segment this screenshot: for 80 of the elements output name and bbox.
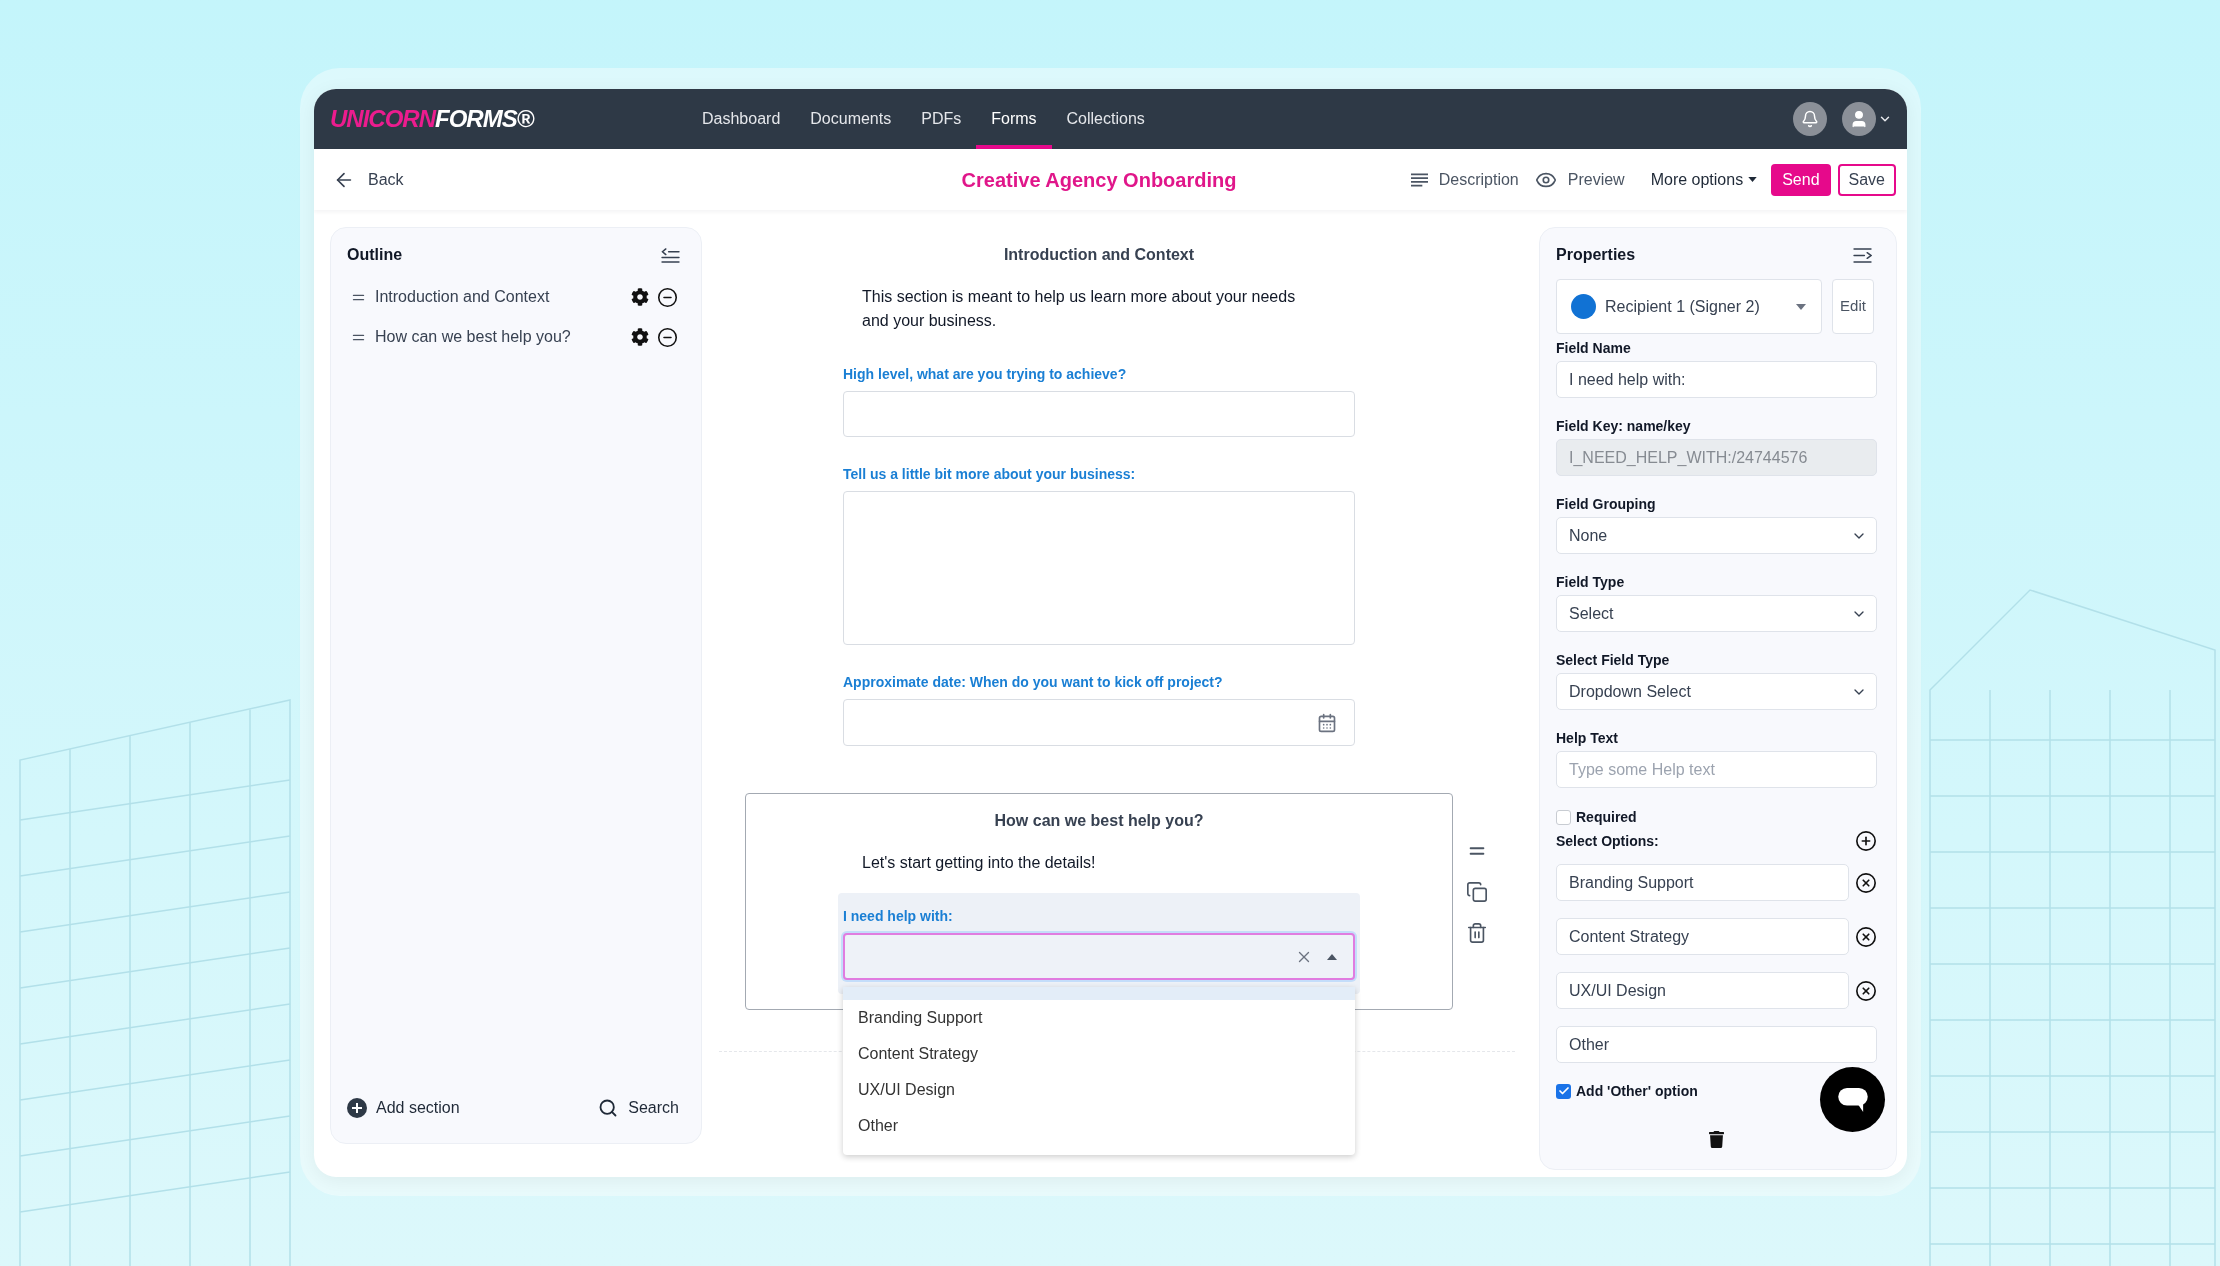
outline-item-label[interactable]: How can we best help you? [375, 325, 571, 349]
option-input-field[interactable]: UX/UI Design [1556, 972, 1849, 1009]
search-button[interactable]: Search [598, 1096, 679, 1120]
recipient-select[interactable]: Recipient 1 (Signer 2) [1556, 279, 1822, 334]
textarea-field[interactable] [843, 491, 1355, 645]
section-title: Introduction and Context [1002, 245, 1196, 265]
remove-circle-icon[interactable] [1855, 979, 1877, 1002]
notification-bell-icon[interactable] [1793, 102, 1827, 136]
dropdown-option[interactable]: Branding Support [843, 1000, 1355, 1036]
field-label: High level, what are you trying to achieve? [843, 365, 1128, 384]
recipient-label: Recipient 1 (Signer 2) [1605, 296, 1760, 317]
back-link[interactable]: Back [333, 167, 404, 192]
save-button[interactable]: Save [1837, 163, 1896, 196]
section-title: How can we best help you? [993, 811, 1205, 831]
caret-up-icon[interactable] [1327, 953, 1337, 960]
remove-circle-icon[interactable] [1855, 871, 1877, 894]
minus-circle-icon[interactable] [657, 326, 678, 348]
caret-down-icon [1796, 303, 1806, 310]
calendar-icon[interactable] [1317, 712, 1337, 733]
description-button[interactable]: Description [1410, 167, 1519, 192]
option-input-field[interactable]: Branding Support [1556, 864, 1849, 901]
dropdown-option[interactable]: Content Strategy [843, 1036, 1355, 1072]
nav-tab[interactable]: Documents [795, 89, 907, 149]
caret-down-icon [1748, 177, 1758, 182]
section-description: Let's start getting into the details! [862, 853, 1097, 873]
field-label: Help Text [1556, 729, 1619, 748]
checkbox[interactable] [1556, 1083, 1571, 1099]
expand-panel-icon[interactable] [1853, 247, 1872, 263]
field-label: Select Field Type [1556, 651, 1671, 670]
remove-circle-icon[interactable] [1855, 925, 1877, 948]
text-input-field[interactable]: I need help with: [1556, 361, 1877, 398]
field-label: Field Name [1556, 339, 1632, 358]
avatar-icon[interactable] [1842, 102, 1876, 136]
dropdown-option[interactable]: Other [843, 1108, 1355, 1144]
copy-icon[interactable] [1466, 881, 1488, 903]
trash-icon[interactable] [1466, 922, 1488, 944]
dropdown-select[interactable]: Dropdown Select [1556, 673, 1877, 710]
field-label: Tell us a little bit more about your business: [843, 465, 1137, 484]
checkbox-label: Required [1576, 807, 1637, 827]
search-icon [598, 1098, 619, 1118]
lines-icon [1410, 172, 1428, 187]
text-input-field[interactable] [843, 391, 1355, 437]
checkbox[interactable] [1556, 809, 1571, 825]
plus-circle-icon[interactable] [1855, 830, 1877, 852]
field-label: Approximate date: When do you want to kick off project? [843, 673, 1224, 692]
chat-bubble-icon [1837, 1087, 1868, 1112]
checkbox-label: Add 'Other' option [1576, 1081, 1698, 1101]
option-input-field[interactable]: Content Strategy [1556, 918, 1849, 955]
nav-tab[interactable]: Dashboard [687, 89, 796, 149]
date-input-field[interactable] [843, 699, 1355, 746]
field-label: Field Grouping [1556, 495, 1657, 514]
form-title: Creative Agency Onboarding [961, 167, 1237, 193]
preview-button[interactable]: Preview [1534, 167, 1625, 192]
section-description: This section is meant to help us learn more about your needs and your business. [862, 287, 1297, 331]
field-label: I need help with: [843, 907, 954, 926]
nav-tab[interactable]: PDFs [906, 89, 977, 149]
edit-button[interactable]: Edit [1832, 279, 1874, 334]
field-label: Field Type [1556, 573, 1626, 592]
nav-tab[interactable]: Collections [1051, 89, 1160, 149]
text-input-field[interactable]: Type some Help text [1556, 751, 1877, 788]
panel-title: Outline [347, 245, 403, 265]
collapse-panel-icon[interactable] [661, 247, 680, 263]
more-options-button[interactable]: More options [1650, 167, 1758, 192]
option-input-field[interactable]: Other [1556, 1026, 1877, 1063]
logo[interactable]: UNICORNFORMS® [330, 105, 534, 133]
field-label: Field Key: name/key [1556, 417, 1692, 436]
dropdown-option[interactable]: UX/UI Design [843, 1072, 1355, 1108]
dropdown-select[interactable]: None [1556, 517, 1877, 554]
panel-title: Properties [1556, 245, 1636, 265]
settings-icon[interactable] [631, 328, 649, 346]
minus-circle-icon[interactable] [657, 286, 678, 308]
plus-circle-icon [347, 1098, 367, 1118]
outline-item-label[interactable]: Introduction and Context [375, 285, 550, 309]
field-label: Select Options: [1556, 831, 1659, 851]
settings-icon[interactable] [631, 288, 649, 306]
add-section-button[interactable]: Add section [347, 1096, 460, 1120]
trash-icon[interactable] [1709, 1130, 1724, 1149]
select-field[interactable] [843, 933, 1355, 980]
dropdown-select[interactable]: Select [1556, 595, 1877, 632]
send-button[interactable]: Send [1771, 163, 1831, 196]
